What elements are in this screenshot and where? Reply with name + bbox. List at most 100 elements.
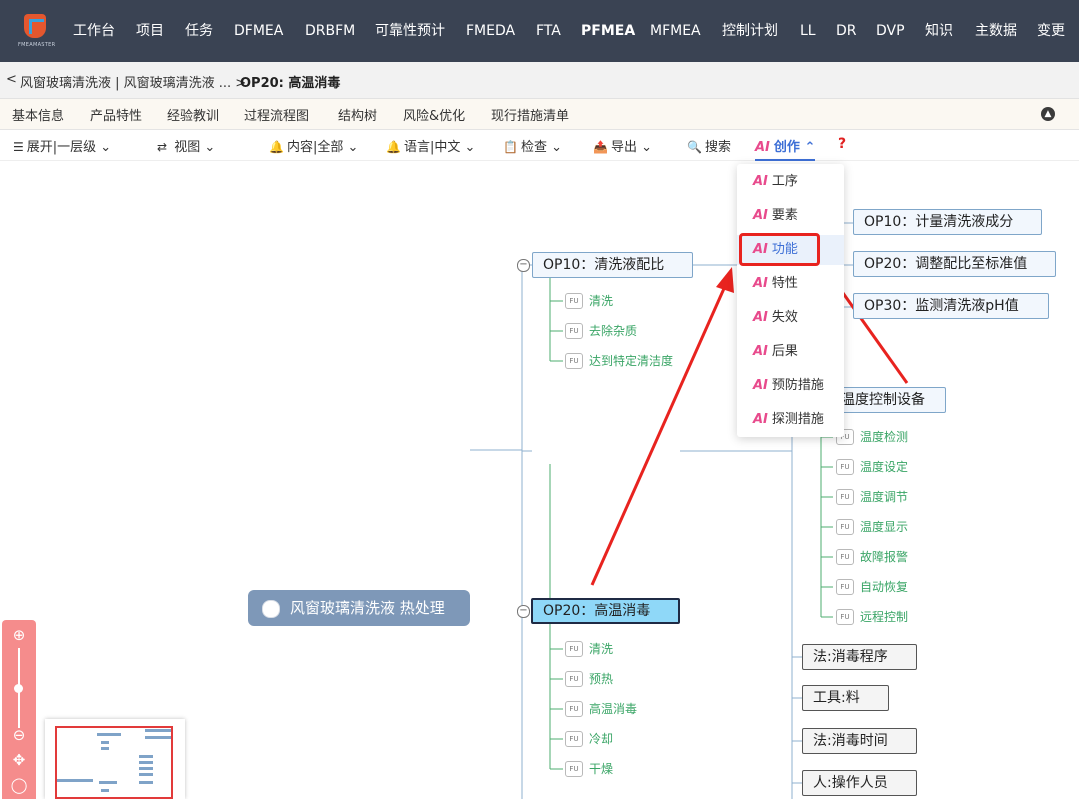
nav-item-dr[interactable]: DR <box>836 0 857 62</box>
fit-view-icon[interactable]: ◯ <box>10 776 28 794</box>
tab-product-characteristics[interactable]: 产品特性 <box>90 105 142 124</box>
process-node-op10-3[interactable]: OP30：监测清洗液pH值 <box>853 293 1049 319</box>
menu-item-label: 特性 <box>771 276 798 291</box>
breadcrumb-path[interactable]: 风窗玻璃清洗液 | 风窗玻璃清洗液 ... > <box>20 72 246 91</box>
function-item[interactable]: FU 冷却 <box>565 730 613 747</box>
search-label: 搜索 <box>704 140 731 155</box>
function-label: 温度设定 <box>860 460 909 474</box>
nav-item-drbfm[interactable]: DRBFM <box>305 0 355 62</box>
menu-item-process[interactable]: AI 工序 <box>737 167 844 197</box>
tab-structure-tree[interactable]: 结构树 <box>338 105 377 124</box>
zoom-out-icon[interactable]: ⊖ <box>10 726 28 744</box>
nav-item-project[interactable]: 项目 <box>136 0 164 62</box>
fu-tag-icon: FU <box>565 730 583 747</box>
tab-current-measures[interactable]: 现行措施清单 <box>491 105 569 124</box>
function-item[interactable]: FU 远程控制 <box>836 608 908 625</box>
fu-tag-icon: FU <box>565 322 583 339</box>
function-item[interactable]: FU 预热 <box>565 670 613 687</box>
nav-item-mfmea[interactable]: MFMEA <box>650 0 701 62</box>
element-node-method-procedure[interactable]: 法:消毒程序 <box>802 644 917 670</box>
nav-item-workbench[interactable]: 工作台 <box>73 0 115 62</box>
function-item[interactable]: FU 去除杂质 <box>565 322 637 339</box>
ai-create-dropdown: AI 工序 AI 要素 AI 功能 AI 特性 AI 失效 AI 后果 AI 预防措施 AI 探… <box>737 164 844 437</box>
export-button[interactable]: 📤 导出 ⌄ <box>593 136 652 155</box>
zoom-slider-knob[interactable] <box>14 684 23 693</box>
menu-item-effect[interactable]: AI 后果 <box>737 337 844 367</box>
function-label: 冷却 <box>589 732 614 746</box>
nav-item-knowledge[interactable]: 知识 <box>925 0 953 62</box>
nav-item-dfmea[interactable]: DFMEA <box>234 0 283 62</box>
nav-item-master-data[interactable]: 主数据 <box>975 0 1017 62</box>
collapse-up-icon[interactable]: ▲ <box>1041 107 1055 121</box>
nav-item-dvp[interactable]: DVP <box>876 0 905 62</box>
nav-item-fta[interactable]: FTA <box>536 0 561 62</box>
element-node-tool[interactable]: 工具:料 <box>802 685 889 711</box>
tab-process-flow[interactable]: 过程流程图 <box>244 105 309 124</box>
ai-create-button[interactable]: AI 创作 ⌃ <box>755 136 816 161</box>
nav-item-task[interactable]: 任务 <box>185 0 213 62</box>
back-chevron-icon[interactable]: < <box>6 72 17 87</box>
root-node[interactable]: 风窗玻璃清洗液 热处理 <box>248 590 470 626</box>
function-item[interactable]: FU 温度设定 <box>836 458 908 475</box>
mindmap-canvas[interactable]: 风窗玻璃清洗液 热处理 − OP10：清洗液配比 FU 清洗 FU 去除杂质 FU 达… <box>0 161 1079 799</box>
content-filter-button[interactable]: 🔔 内容|全部 ⌄ <box>269 136 358 155</box>
ai-logo-icon: AI <box>755 140 770 155</box>
function-item[interactable]: FU 清洗 <box>565 292 613 309</box>
pan-move-icon[interactable]: ✥ <box>10 751 28 769</box>
app-logo[interactable]: FMEAMASTER <box>18 12 55 50</box>
function-item[interactable]: FU 故障报警 <box>836 548 908 565</box>
nav-item-ll[interactable]: LL <box>800 0 816 62</box>
function-item[interactable]: FU 干燥 <box>565 760 613 777</box>
fu-tag-icon: FU <box>836 608 854 625</box>
function-label: 高温消毒 <box>589 702 638 716</box>
help-icon[interactable]: ? <box>838 136 846 152</box>
function-item[interactable]: FU 自动恢复 <box>836 578 908 595</box>
check-button[interactable]: 📋 检查 ⌄ <box>503 136 562 155</box>
language-label: 语言|中文 <box>403 140 461 155</box>
element-node-method-time[interactable]: 法:消毒时间 <box>802 728 917 754</box>
search-button[interactable]: 🔍 搜索 <box>687 136 731 155</box>
function-label: 清洗 <box>589 642 614 656</box>
process-node-op20-selected[interactable]: OP20：高温消毒 <box>531 598 680 624</box>
menu-item-label: 后果 <box>771 344 798 359</box>
process-node-op10-2[interactable]: OP20：调整配比至标准值 <box>853 251 1056 277</box>
menu-item-characteristic[interactable]: AI 特性 <box>737 269 844 299</box>
root-node-label: 风窗玻璃清洗液 热处理 <box>290 599 445 617</box>
fu-tag-icon: FU <box>836 518 854 535</box>
minimap-node <box>101 747 109 750</box>
nav-item-change[interactable]: 变更 <box>1037 0 1065 62</box>
function-item[interactable]: FU 温度调节 <box>836 488 908 505</box>
menu-item-detection[interactable]: AI 探测措施 <box>737 405 844 435</box>
expand-level-button[interactable]: ☰ 展开|一层级 ⌄ <box>13 136 111 155</box>
nav-item-pfmea[interactable]: PFMEA <box>581 0 635 62</box>
zoom-in-icon[interactable]: ⊕ <box>10 626 28 644</box>
tab-bar: 基本信息 产品特性 经验教训 过程流程图 结构树 风险&优化 现行措施清单 ▲ <box>0 99 1079 130</box>
collapse-toggle-icon[interactable]: − <box>517 605 530 618</box>
element-node-operator[interactable]: 人:操作人员 <box>802 770 917 796</box>
search-icon: 🔍 <box>687 140 702 154</box>
nav-item-control-plan[interactable]: 控制计划 <box>722 0 778 62</box>
tab-basic-info[interactable]: 基本信息 <box>12 105 64 124</box>
ai-logo-icon: AI <box>753 276 768 291</box>
function-label: 温度显示 <box>860 520 909 534</box>
root-circle-icon <box>262 600 280 618</box>
function-item[interactable]: FU 高温消毒 <box>565 700 637 717</box>
tab-lessons-learned[interactable]: 经验教训 <box>167 105 219 124</box>
function-item[interactable]: FU 清洗 <box>565 640 613 657</box>
menu-item-failure[interactable]: AI 失效 <box>737 303 844 333</box>
nav-item-fmeda[interactable]: FMEDA <box>466 0 515 62</box>
language-button[interactable]: 🔔 语言|中文 ⌄ <box>386 136 475 155</box>
collapse-toggle-icon[interactable]: − <box>517 259 530 272</box>
nav-item-reliability[interactable]: 可靠性预计 <box>375 0 445 62</box>
menu-item-element[interactable]: AI 要素 <box>737 201 844 231</box>
function-item[interactable]: FU 温度显示 <box>836 518 908 535</box>
view-button[interactable]: ⇄ 视图 ⌄ <box>157 136 215 155</box>
function-item[interactable]: FU 达到特定清洁度 <box>565 352 673 369</box>
process-node-op10[interactable]: OP10：清洗液配比 <box>532 252 693 278</box>
tab-risk-optimization[interactable]: 风险&优化 <box>403 105 465 124</box>
export-label: 导出 <box>610 140 637 155</box>
menu-item-prevention[interactable]: AI 预防措施 <box>737 371 844 401</box>
minimap[interactable] <box>45 719 185 799</box>
process-node-op10-1[interactable]: OP10：计量清洗液成分 <box>853 209 1042 235</box>
function-item[interactable]: FU 温度检测 <box>836 428 908 445</box>
